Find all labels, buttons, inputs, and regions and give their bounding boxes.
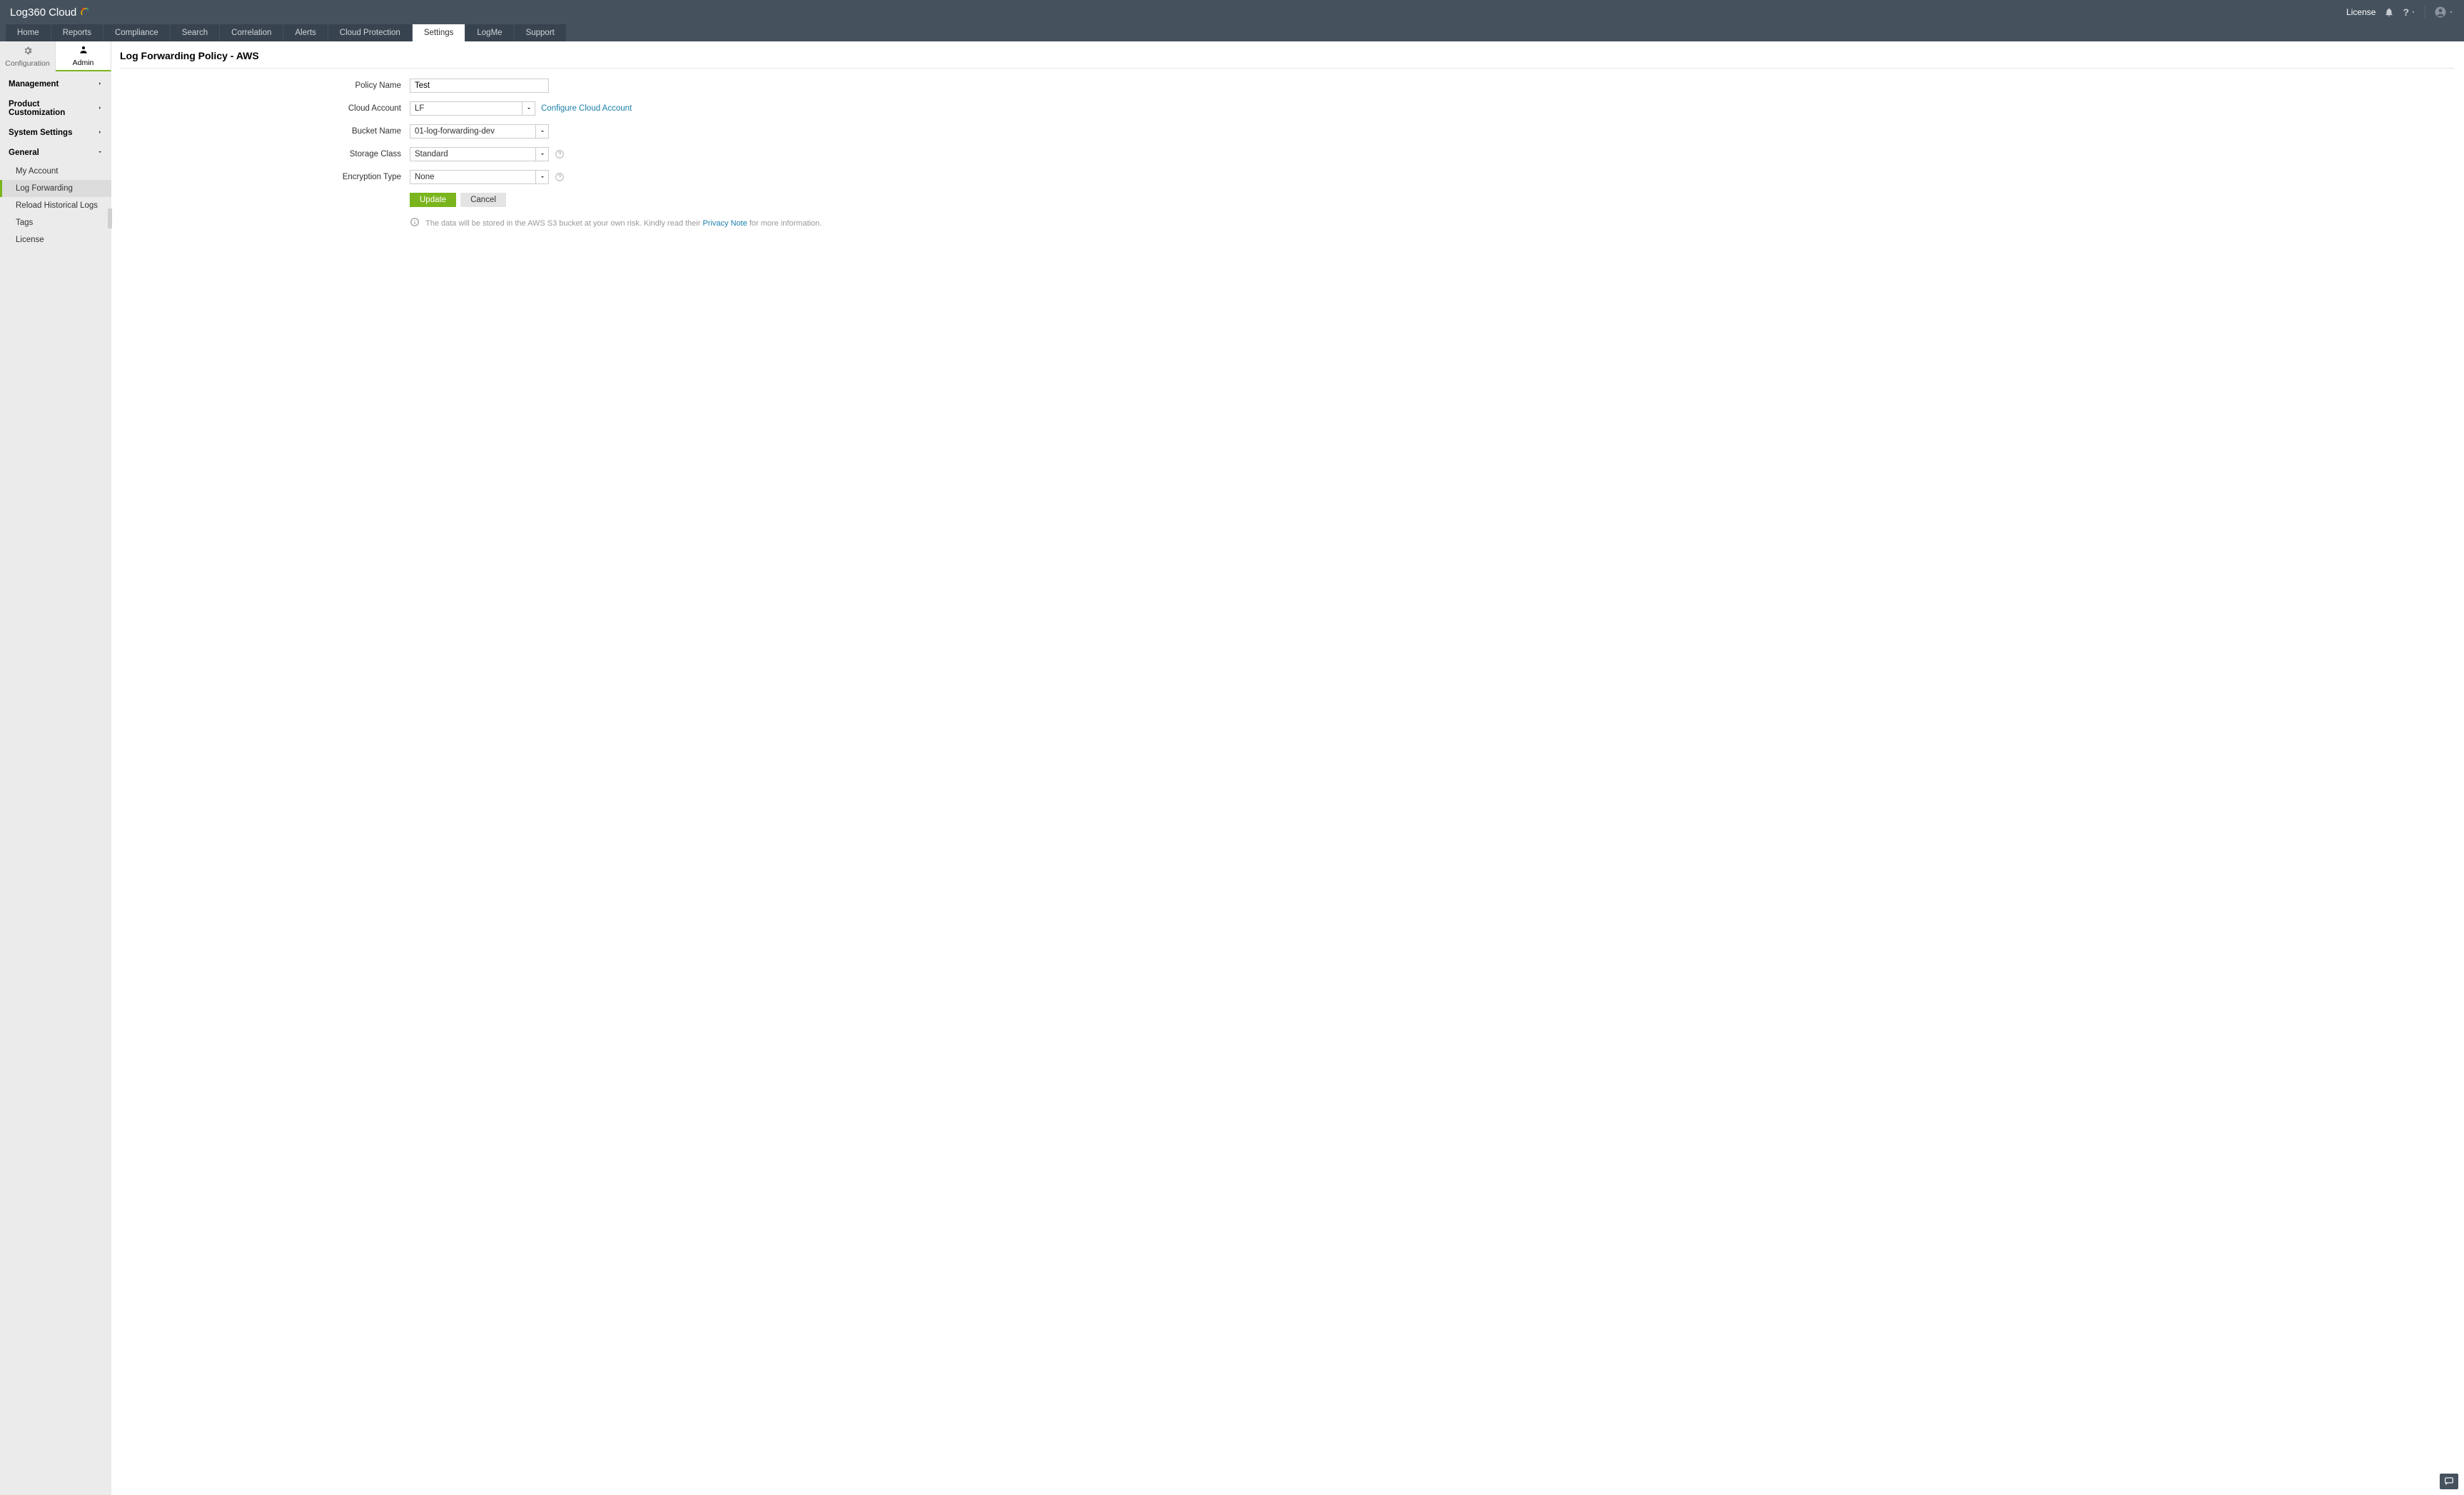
cancel-button[interactable]: Cancel [460,193,506,207]
note-post: for more information. [749,219,822,228]
select-cloud-account[interactable]: LF [410,101,535,116]
sidebar: Management Product Customization System … [0,71,111,1495]
subtabs-row: Configuration Admin Log Forwarding Polic… [0,41,2464,71]
sidebar-general[interactable]: General [0,143,111,163]
select-storage-class-value: Standard [410,148,535,161]
select-encryption-type-toggle[interactable] [535,171,548,183]
content: Policy Name Cloud Account LF Configure C… [111,71,2464,1495]
brand-text-2: Cloud [49,6,76,19]
label-encryption-type: Encryption Type [111,173,410,181]
brand: Log360 Cloud [10,6,91,19]
label-cloud-account: Cloud Account [111,104,410,113]
nav-home[interactable]: Home [6,24,51,41]
chevron-right-icon [97,129,103,137]
select-cloud-account-value: LF [410,102,522,115]
privacy-note-link[interactable]: Privacy Note [702,219,747,228]
input-policy-name[interactable] [410,79,549,93]
chevron-down-icon [97,149,103,157]
sidebar-management-label: Management [9,80,59,89]
subtab-admin-label: Admin [73,59,94,67]
select-encryption-type-value: None [410,171,535,183]
label-bucket-name: Bucket Name [111,127,410,136]
admin-user-icon [78,45,89,57]
nav-compliance[interactable]: Compliance [103,24,170,41]
nav-support[interactable]: Support [515,24,566,41]
license-link[interactable]: License [2346,7,2375,17]
nav-correlation[interactable]: Correlation [220,24,283,41]
top-bar: Log360 Cloud License ? [0,0,2464,24]
page-title-wrap: Log Forwarding Policy - AWS [111,41,2464,71]
note-row: The data will be stored in the AWS S3 bu… [111,217,2464,229]
sidebar-product-customization[interactable]: Product Customization [0,94,111,123]
select-cloud-account-toggle[interactable] [522,102,535,115]
nav-search[interactable]: Search [171,24,219,41]
label-policy-name: Policy Name [111,81,410,90]
sidebar-log-forwarding[interactable]: Log Forwarding [0,180,111,197]
sidebar-system-settings[interactable]: System Settings [0,123,111,143]
brand-logo-icon [79,6,91,18]
chat-icon [2444,1476,2454,1488]
topbar-right: License ? [2346,6,2454,19]
chat-float-button[interactable] [2440,1474,2458,1489]
nav-alerts[interactable]: Alerts [283,24,327,41]
update-button[interactable]: Update [410,193,456,207]
sidebar-license[interactable]: License [0,231,111,248]
chevron-down-icon [526,104,532,114]
sidebar-reload-historical-logs[interactable]: Reload Historical Logs [0,197,111,214]
brand-text-1: Log360 [10,6,46,19]
row-bucket-name: Bucket Name 01-log-forwarding-dev [111,124,2464,139]
note-text: The data will be stored in the AWS S3 bu… [425,219,822,228]
form: Policy Name Cloud Account LF Configure C… [111,71,2464,229]
profile-menu[interactable] [2434,6,2454,19]
chevron-down-icon [540,126,545,136]
button-row: Update Cancel [111,193,2464,207]
subtabs: Configuration Admin [0,41,111,71]
nav-reports[interactable]: Reports [51,24,103,41]
chevron-right-icon [97,104,103,113]
layout: Management Product Customization System … [0,71,2464,1495]
sidebar-management[interactable]: Management [0,74,111,94]
chevron-down-icon [540,172,545,182]
select-storage-class[interactable]: Standard [410,147,549,161]
row-encryption-type: Encryption Type None [111,170,2464,184]
row-policy-name: Policy Name [111,79,2464,93]
link-configure-cloud-account[interactable]: Configure Cloud Account [541,104,632,113]
chevron-down-icon [540,149,545,159]
help-menu[interactable]: ? [2403,6,2416,18]
sidebar-my-account[interactable]: My Account [0,163,111,180]
subtab-configuration-label: Configuration [5,59,49,68]
sidebar-product-customization-label: Product Customization [9,100,97,117]
nav-cloud-protection[interactable]: Cloud Protection [328,24,412,41]
select-bucket-name[interactable]: 01-log-forwarding-dev [410,124,549,139]
nav-settings[interactable]: Settings [413,24,465,41]
help-encryption-type-icon[interactable] [555,172,565,182]
sidebar-collapse-handle[interactable] [108,208,112,228]
notifications-icon[interactable] [2384,7,2394,17]
main-nav: Home Reports Compliance Search Correlati… [0,24,2464,41]
row-storage-class: Storage Class Standard [111,147,2464,161]
sidebar-tags[interactable]: Tags [0,214,111,231]
sidebar-general-label: General [9,149,39,157]
select-bucket-name-toggle[interactable] [535,125,548,138]
select-encryption-type[interactable]: None [410,170,549,184]
subtab-configuration[interactable]: Configuration [0,41,56,71]
note-pre: The data will be stored in the AWS S3 bu… [425,219,702,228]
info-icon [410,217,420,229]
chevron-right-icon [97,80,103,89]
select-storage-class-toggle[interactable] [535,148,548,161]
nav-logme[interactable]: LogMe [465,24,513,41]
help-storage-class-icon[interactable] [555,149,565,159]
gear-icon [22,46,34,58]
select-bucket-name-value: 01-log-forwarding-dev [410,125,535,138]
sidebar-system-settings-label: System Settings [9,129,72,137]
row-cloud-account: Cloud Account LF Configure Cloud Account [111,101,2464,116]
label-storage-class: Storage Class [111,150,410,158]
subtab-admin[interactable]: Admin [56,41,111,71]
page-title: Log Forwarding Policy - AWS [120,50,2454,69]
